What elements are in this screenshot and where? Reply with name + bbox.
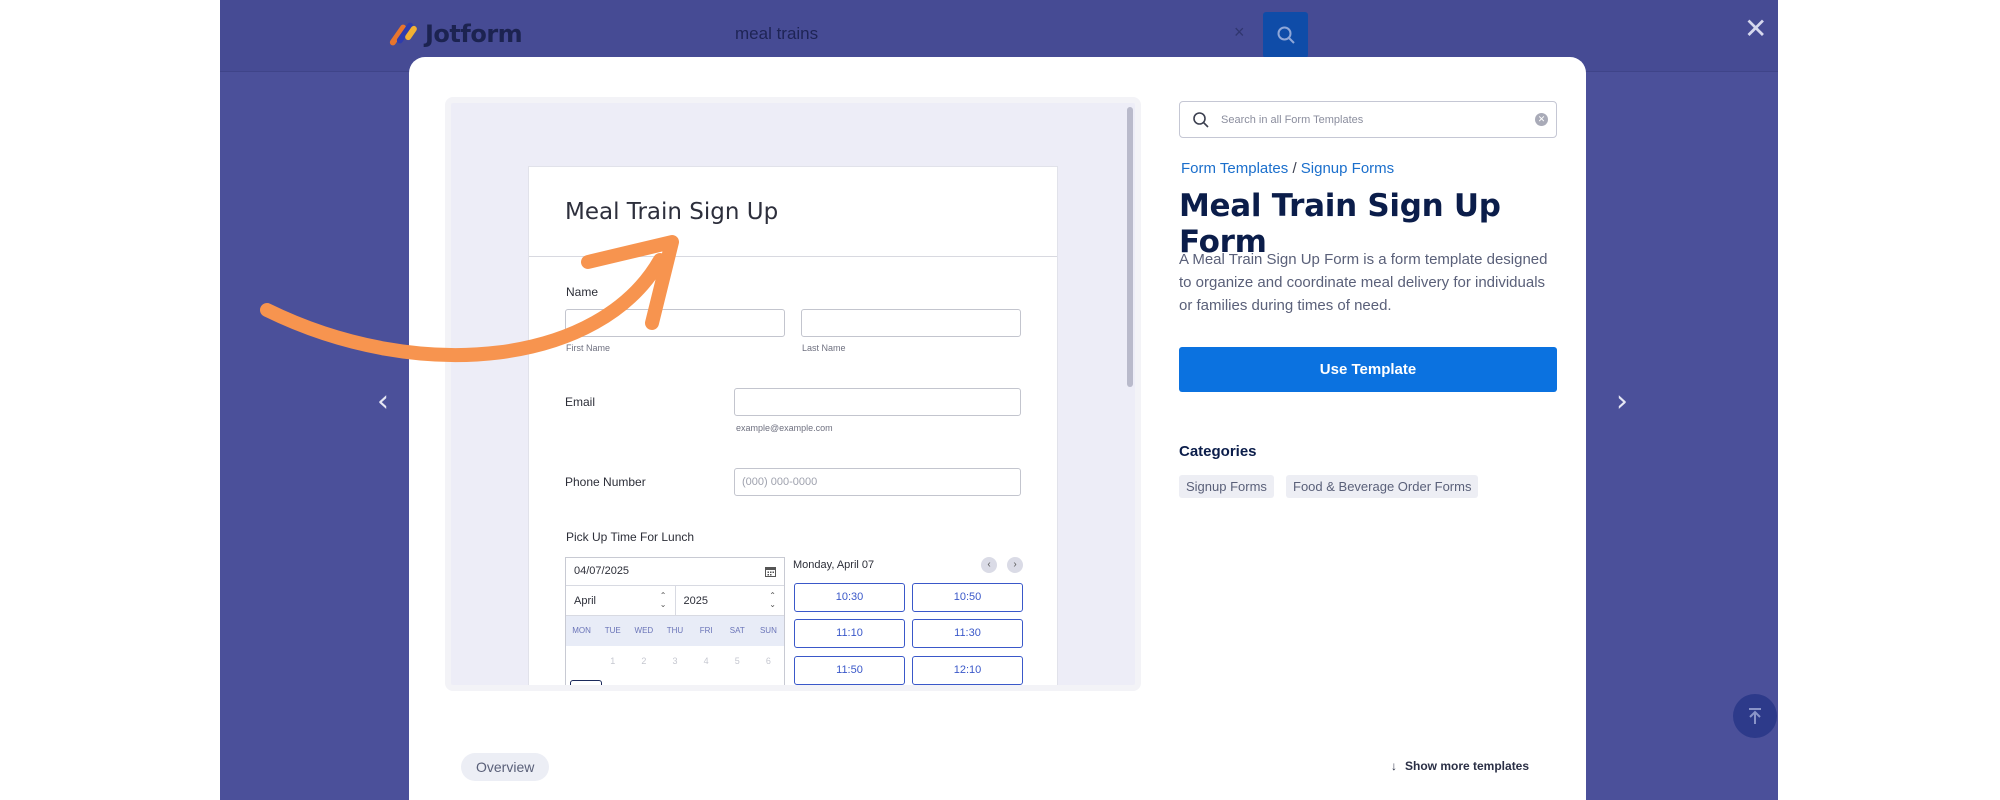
month-select[interactable]: April ⌃ ⌄ xyxy=(566,586,676,615)
date-field[interactable]: 04/07/2025 xyxy=(566,558,784,586)
previous-day-icon[interactable]: ‹ xyxy=(981,557,997,573)
screen: Jotform meal trains × ✕ ‹ › Meal Train S… xyxy=(0,0,2000,800)
breadcrumb-form-templates[interactable]: Form Templates xyxy=(1181,160,1288,177)
month-stepper-icon[interactable]: ⌃ ⌄ xyxy=(660,591,667,609)
template-preview-modal: Meal Train Sign Up Name First Name Last … xyxy=(409,57,1586,800)
time-slot[interactable]: 11:30 xyxy=(912,619,1023,648)
calendar-day-selected[interactable]: 7 xyxy=(570,680,602,685)
calendar-day: 13 xyxy=(754,676,784,685)
year-select[interactable]: 2025 ⌃ ⌄ xyxy=(676,586,785,615)
last-name-sublabel: Last Name xyxy=(802,343,846,353)
jotform-logo[interactable]: Jotform xyxy=(388,20,523,48)
scroll-to-top-button[interactable] xyxy=(1733,694,1777,738)
calendar-day: 3 xyxy=(672,656,678,666)
calendar-icon xyxy=(765,567,776,577)
pickup-time-label: Pick Up Time For Lunch xyxy=(566,530,695,544)
weekday: FRI xyxy=(699,626,713,635)
arrow-down-icon: ↓ xyxy=(1391,759,1397,773)
calendar-day[interactable]: 8 xyxy=(606,676,636,685)
breadcrumb-separator: / xyxy=(1292,160,1297,177)
month-year-selectors: April ⌃ ⌄ 2025 ⌃ ⌄ xyxy=(566,586,784,616)
time-slot[interactable]: 12:10 xyxy=(912,656,1023,685)
calendar-day: 1 xyxy=(610,656,616,666)
weekday: WED xyxy=(634,626,654,635)
year-value: 2025 xyxy=(683,595,708,607)
form-preview-card: Meal Train Sign Up Name First Name Last … xyxy=(528,166,1058,685)
category-tag-signup-forms[interactable]: Signup Forms xyxy=(1179,475,1274,498)
first-name-sublabel: First Name xyxy=(566,343,611,353)
weekday-header: MON TUE WED THU FRI SAT SUN xyxy=(566,616,784,646)
preview-scrollbar[interactable] xyxy=(1127,107,1133,387)
clear-search-icon[interactable]: ✕ xyxy=(1535,113,1548,126)
calendar-day[interactable]: 9 xyxy=(635,676,665,685)
category-tag-food-beverage[interactable]: Food & Beverage Order Forms xyxy=(1286,475,1479,498)
breadcrumb: Form Templates / Signup Forms xyxy=(1181,160,1394,177)
time-slot[interactable]: 10:30 xyxy=(794,583,905,612)
tab-overview[interactable]: Overview xyxy=(461,753,550,781)
phone-label: Phone Number xyxy=(565,475,646,489)
name-label: Name xyxy=(566,285,599,299)
search-placeholder: Search in all Form Templates xyxy=(1221,114,1364,126)
background-search-query[interactable]: meal trains xyxy=(735,24,818,44)
email-field[interactable] xyxy=(734,388,1021,416)
close-modal-icon[interactable]: ✕ xyxy=(1744,12,1767,45)
calendar-day: 6 xyxy=(765,656,771,666)
search-icon xyxy=(1277,26,1295,44)
template-details-panel: Search in all Form Templates ✕ Form Temp… xyxy=(1179,57,1559,800)
time-slot[interactable]: 11:50 xyxy=(794,656,905,685)
modal-footer: Overview ↓ Show more templates xyxy=(409,737,1586,800)
calendar-day[interactable]: 10 xyxy=(665,676,695,685)
last-name-field[interactable] xyxy=(801,309,1021,337)
calendar-week: 7 8 9 10 11 12 13 xyxy=(566,676,784,685)
search-icon xyxy=(1193,112,1209,128)
weekday: TUE xyxy=(604,626,621,635)
first-name-field[interactable] xyxy=(565,309,785,337)
date-picker[interactable]: 04/07/2025 April ⌃ ⌄ 2025 ⌃ ⌄ MON TUE WED TH… xyxy=(565,557,785,685)
background-search-button[interactable] xyxy=(1263,12,1308,58)
weekday: SAT xyxy=(729,626,745,635)
use-template-button[interactable]: Use Template xyxy=(1179,347,1557,392)
time-slot[interactable]: 11:10 xyxy=(794,619,905,648)
calendar-day: 2 xyxy=(641,656,647,666)
time-slot[interactable]: 10:50 xyxy=(912,583,1023,612)
calendar-week: 1 2 3 4 5 6 xyxy=(566,646,784,676)
phone-field[interactable]: (000) 000-0000 xyxy=(734,468,1021,496)
year-stepper-icon[interactable]: ⌃ ⌄ xyxy=(769,591,776,609)
show-more-templates-link[interactable]: ↓ Show more templates xyxy=(1391,759,1529,773)
weekday: MON xyxy=(572,626,591,635)
form-preview-frame[interactable]: Meal Train Sign Up Name First Name Last … xyxy=(445,97,1141,691)
next-day-icon[interactable]: › xyxy=(1007,557,1023,573)
calendar-day: 4 xyxy=(703,656,709,666)
breadcrumb-signup-forms[interactable]: Signup Forms xyxy=(1301,160,1394,177)
logo-text: Jotform xyxy=(425,20,523,48)
calendar-day[interactable]: 11 xyxy=(695,676,725,685)
month-value: April xyxy=(574,595,597,607)
date-value: 04/07/2025 xyxy=(574,565,630,577)
email-label: Email xyxy=(565,395,596,409)
slot-date-heading: Monday, April 07 xyxy=(793,559,875,571)
calendar-day: 12 xyxy=(725,676,755,685)
next-template-arrow-icon[interactable]: › xyxy=(1616,384,1628,419)
weekday: THU xyxy=(666,626,684,635)
form-preview-title: Meal Train Sign Up xyxy=(565,199,779,225)
form-header: Meal Train Sign Up xyxy=(529,167,1057,257)
email-sublabel: example@example.com xyxy=(736,423,833,433)
template-search-input[interactable]: Search in all Form Templates ✕ xyxy=(1179,101,1557,138)
arrow-up-to-top-icon xyxy=(1749,708,1761,724)
phone-placeholder: (000) 000-0000 xyxy=(742,476,818,488)
calendar-day: 5 xyxy=(734,656,740,666)
previous-template-arrow-icon[interactable]: ‹ xyxy=(377,384,389,419)
template-description: A Meal Train Sign Up Form is a form temp… xyxy=(1179,251,1548,314)
jotform-logo-icon xyxy=(388,21,419,47)
weekday: SUN xyxy=(759,626,777,635)
show-more-label: Show more templates xyxy=(1405,759,1530,773)
background-search-clear-icon[interactable]: × xyxy=(1234,22,1245,43)
categories-heading: Categories xyxy=(1179,443,1257,460)
calendar-day xyxy=(566,646,597,676)
